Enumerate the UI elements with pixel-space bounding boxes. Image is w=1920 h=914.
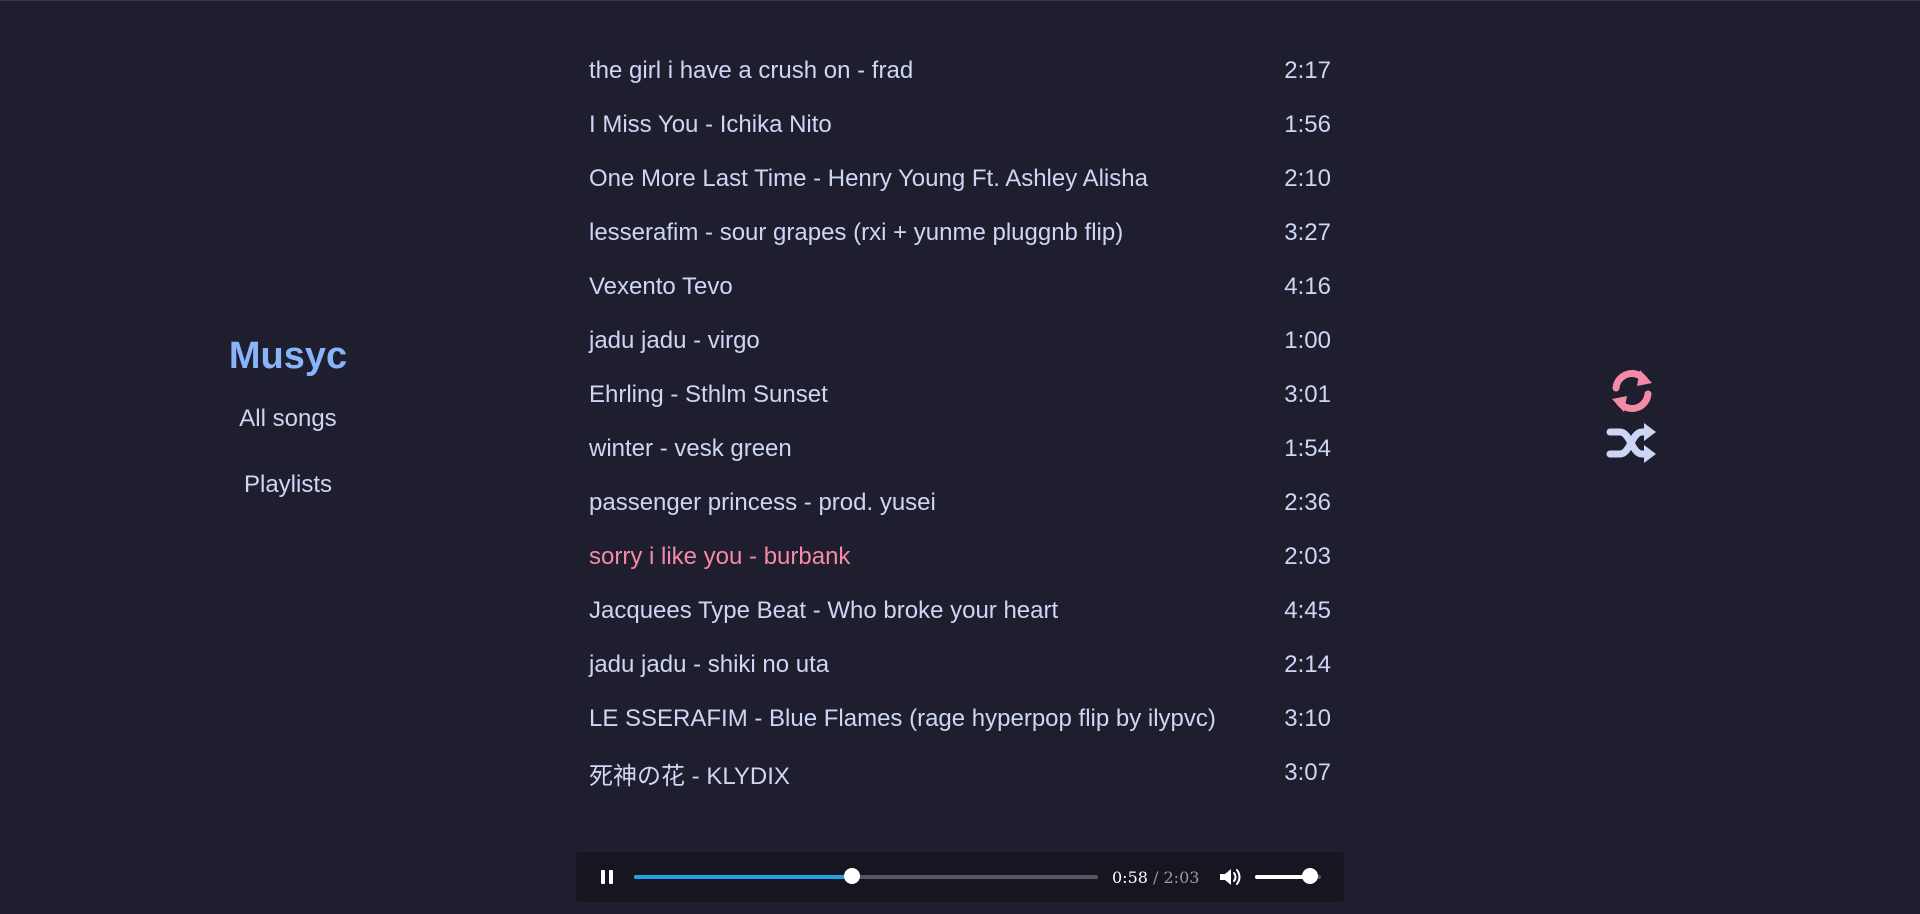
song-list: the girl i have a crush on - frad 2:17 I… bbox=[589, 44, 1331, 800]
song-duration: 2:03 bbox=[1284, 543, 1331, 570]
song-title: passenger princess - prod. yusei bbox=[589, 489, 936, 516]
song-row[interactable]: lesserafim - sour grapes (rxi + yunme pl… bbox=[589, 206, 1331, 260]
song-duration: 1:54 bbox=[1284, 435, 1331, 462]
app-logo[interactable]: Musyc bbox=[188, 332, 388, 380]
song-title: lesserafim - sour grapes (rxi + yunme pl… bbox=[589, 219, 1124, 246]
progress-slider[interactable] bbox=[634, 868, 1098, 884]
song-row-playing[interactable]: sorry i like you - burbank 2:03 bbox=[589, 530, 1331, 584]
repeat-button[interactable] bbox=[1604, 366, 1660, 418]
song-title: One More Last Time - Henry Young Ft. Ash… bbox=[589, 165, 1148, 192]
progress-thumb[interactable] bbox=[844, 868, 861, 884]
shuffle-button[interactable] bbox=[1604, 418, 1660, 470]
song-duration: 2:17 bbox=[1284, 57, 1331, 84]
shuffle-icon bbox=[1606, 423, 1656, 463]
song-title: 死神の花 - KLYDIX bbox=[589, 762, 790, 790]
song-row[interactable]: I Miss You - Ichika Nito 1:56 bbox=[589, 98, 1331, 152]
song-duration: 1:00 bbox=[1284, 327, 1331, 354]
progress-fill bbox=[634, 875, 853, 879]
song-duration: 3:07 bbox=[1284, 759, 1331, 786]
pause-button[interactable] bbox=[596, 866, 618, 888]
song-duration: 2:14 bbox=[1284, 651, 1331, 678]
song-row[interactable]: LE SSERAFIM - Blue Flames (rage hyperpop… bbox=[589, 692, 1331, 746]
song-title: LE SSERAFIM - Blue Flames (rage hyperpop… bbox=[589, 705, 1216, 732]
song-title: Jacquees Type Beat - Who broke your hear… bbox=[589, 597, 1059, 624]
song-duration: 4:16 bbox=[1284, 273, 1331, 300]
song-duration: 3:10 bbox=[1284, 705, 1331, 732]
time-separator: / bbox=[1147, 867, 1164, 887]
current-time: 0:58 bbox=[1112, 867, 1148, 887]
song-row[interactable]: Vexento Tevo 4:16 bbox=[589, 260, 1331, 314]
song-row[interactable]: the girl i have a crush on - frad 2:17 bbox=[589, 44, 1331, 98]
pause-icon bbox=[601, 870, 613, 884]
playback-mode-controls bbox=[1604, 366, 1660, 470]
top-border bbox=[0, 0, 1920, 1]
volume-icon bbox=[1220, 869, 1241, 885]
song-title: jadu jadu - shiki no uta bbox=[589, 651, 830, 678]
song-row[interactable]: winter - vesk green 1:54 bbox=[589, 422, 1331, 476]
song-row[interactable]: passenger princess - prod. yusei 2:36 bbox=[589, 476, 1331, 530]
nav-all-songs[interactable]: All songs bbox=[188, 404, 388, 434]
total-time: 2:03 bbox=[1163, 867, 1200, 887]
song-title: jadu jadu - virgo bbox=[589, 327, 760, 354]
volume-button[interactable] bbox=[1219, 866, 1245, 888]
song-title: I Miss You - Ichika Nito bbox=[589, 111, 832, 138]
volume-thumb[interactable] bbox=[1302, 868, 1319, 884]
song-row[interactable]: Jacquees Type Beat - Who broke your hear… bbox=[589, 584, 1331, 638]
song-row[interactable]: jadu jadu - shiki no uta 2:14 bbox=[589, 638, 1331, 692]
song-row[interactable]: 死神の花 - KLYDIX 3:07 bbox=[589, 746, 1331, 800]
song-title: sorry i like you - burbank bbox=[589, 543, 851, 570]
sidebar: Musyc All songs Playlists bbox=[188, 332, 388, 500]
song-title: Vexento Tevo bbox=[589, 273, 733, 300]
song-row[interactable]: Ehrling - Sthlm Sunset 3:01 bbox=[589, 368, 1331, 422]
song-title: the girl i have a crush on - frad bbox=[589, 57, 914, 84]
song-duration: 4:45 bbox=[1284, 597, 1331, 624]
time-display: 0:58 / 2:03 bbox=[1112, 868, 1199, 887]
song-duration: 1:56 bbox=[1284, 111, 1331, 138]
song-duration: 3:01 bbox=[1284, 381, 1331, 408]
song-title: Ehrling - Sthlm Sunset bbox=[589, 381, 828, 408]
volume-slider[interactable] bbox=[1255, 868, 1322, 884]
song-title: winter - vesk green bbox=[589, 435, 792, 462]
nav-playlists[interactable]: Playlists bbox=[188, 470, 388, 500]
song-row[interactable]: One More Last Time - Henry Young Ft. Ash… bbox=[589, 152, 1331, 206]
repeat-icon bbox=[1612, 370, 1652, 412]
song-duration: 3:27 bbox=[1284, 219, 1331, 246]
song-duration: 2:36 bbox=[1284, 489, 1331, 516]
audio-player: 0:58 / 2:03 bbox=[576, 852, 1344, 902]
song-duration: 2:10 bbox=[1284, 165, 1331, 192]
song-row[interactable]: jadu jadu - virgo 1:00 bbox=[589, 314, 1331, 368]
